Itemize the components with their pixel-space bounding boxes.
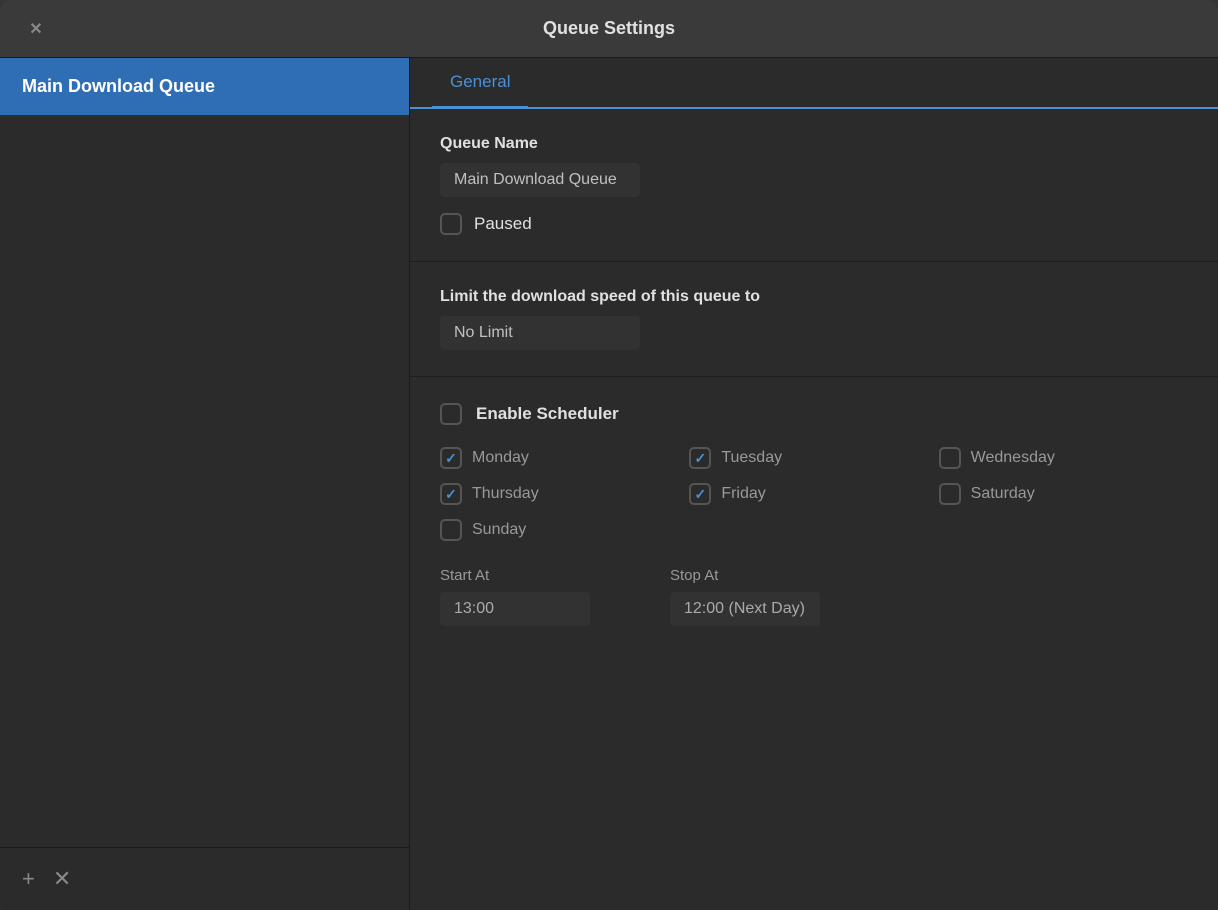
thursday-checkbox[interactable] bbox=[440, 483, 462, 505]
sunday-checkbox[interactable] bbox=[440, 519, 462, 541]
start-at-value[interactable]: 13:00 bbox=[440, 592, 590, 626]
close-icon: ✕ bbox=[29, 19, 42, 39]
tuesday-label: Tuesday bbox=[721, 449, 782, 467]
queue-name-label: Queue Name bbox=[440, 135, 1188, 153]
speed-limit-value[interactable]: No Limit bbox=[440, 316, 640, 350]
tab-general[interactable]: General bbox=[432, 58, 528, 109]
main-panel: General Queue Name Main Download Queue P… bbox=[410, 58, 1218, 910]
window-title: Queue Settings bbox=[543, 18, 675, 39]
sidebar-footer: + ✕ bbox=[0, 847, 409, 910]
saturday-checkbox[interactable] bbox=[939, 483, 961, 505]
add-icon: + bbox=[22, 866, 35, 891]
queue-name-value[interactable]: Main Download Queue bbox=[440, 163, 640, 197]
start-at-group: Start At 13:00 bbox=[440, 567, 590, 626]
scheduler-checkbox[interactable] bbox=[440, 403, 462, 425]
titlebar: ✕ Queue Settings bbox=[0, 0, 1218, 58]
saturday-label: Saturday bbox=[971, 485, 1035, 503]
day-row-thursday: Thursday bbox=[440, 483, 689, 505]
paused-checkbox[interactable] bbox=[440, 213, 462, 235]
day-row-saturday: Saturday bbox=[939, 483, 1188, 505]
close-button[interactable]: ✕ bbox=[22, 15, 50, 43]
tuesday-checkbox[interactable] bbox=[689, 447, 711, 469]
wednesday-checkbox[interactable] bbox=[939, 447, 961, 469]
tab-general-label: General bbox=[450, 72, 510, 91]
paused-row: Paused bbox=[440, 213, 1188, 235]
remove-icon: ✕ bbox=[53, 866, 71, 891]
scheduler-label: Enable Scheduler bbox=[476, 404, 619, 424]
day-row-wednesday: Wednesday bbox=[939, 447, 1188, 469]
day-row-tuesday: Tuesday bbox=[689, 447, 938, 469]
paused-label[interactable]: Paused bbox=[474, 214, 532, 234]
wednesday-label: Wednesday bbox=[971, 449, 1055, 467]
sidebar-item-main-download-queue[interactable]: Main Download Queue bbox=[0, 58, 409, 115]
sidebar-item-label: Main Download Queue bbox=[22, 76, 215, 96]
speed-limit-section: Limit the download speed of this queue t… bbox=[410, 262, 1218, 377]
time-row: Start At 13:00 Stop At 12:00 (Next Day) bbox=[440, 567, 1188, 626]
speed-limit-label: Limit the download speed of this queue t… bbox=[440, 288, 1188, 306]
day-row-friday: Friday bbox=[689, 483, 938, 505]
scheduler-section: Enable Scheduler Monday Tuesday bbox=[410, 377, 1218, 652]
stop-at-value[interactable]: 12:00 (Next Day) bbox=[670, 592, 820, 626]
stop-at-label: Stop At bbox=[670, 567, 820, 584]
queue-name-section: Queue Name Main Download Queue Paused bbox=[410, 109, 1218, 262]
content-area: Main Download Queue + ✕ General Q bbox=[0, 58, 1218, 910]
remove-queue-button[interactable]: ✕ bbox=[53, 866, 71, 892]
start-at-label: Start At bbox=[440, 567, 590, 584]
monday-checkbox[interactable] bbox=[440, 447, 462, 469]
friday-label: Friday bbox=[721, 485, 765, 503]
days-grid: Monday Tuesday Wednesday bbox=[440, 447, 1188, 541]
friday-checkbox[interactable] bbox=[689, 483, 711, 505]
add-queue-button[interactable]: + bbox=[22, 866, 35, 892]
scheduler-header: Enable Scheduler bbox=[440, 403, 1188, 425]
day-row-sunday: Sunday bbox=[440, 519, 689, 541]
day-row-monday: Monday bbox=[440, 447, 689, 469]
monday-label: Monday bbox=[472, 449, 529, 467]
sidebar: Main Download Queue + ✕ bbox=[0, 58, 410, 910]
stop-at-group: Stop At 12:00 (Next Day) bbox=[670, 567, 820, 626]
sunday-label: Sunday bbox=[472, 521, 526, 539]
thursday-label: Thursday bbox=[472, 485, 539, 503]
tabs-bar: General bbox=[410, 58, 1218, 109]
queue-settings-window: ✕ Queue Settings Main Download Queue + ✕ bbox=[0, 0, 1218, 910]
